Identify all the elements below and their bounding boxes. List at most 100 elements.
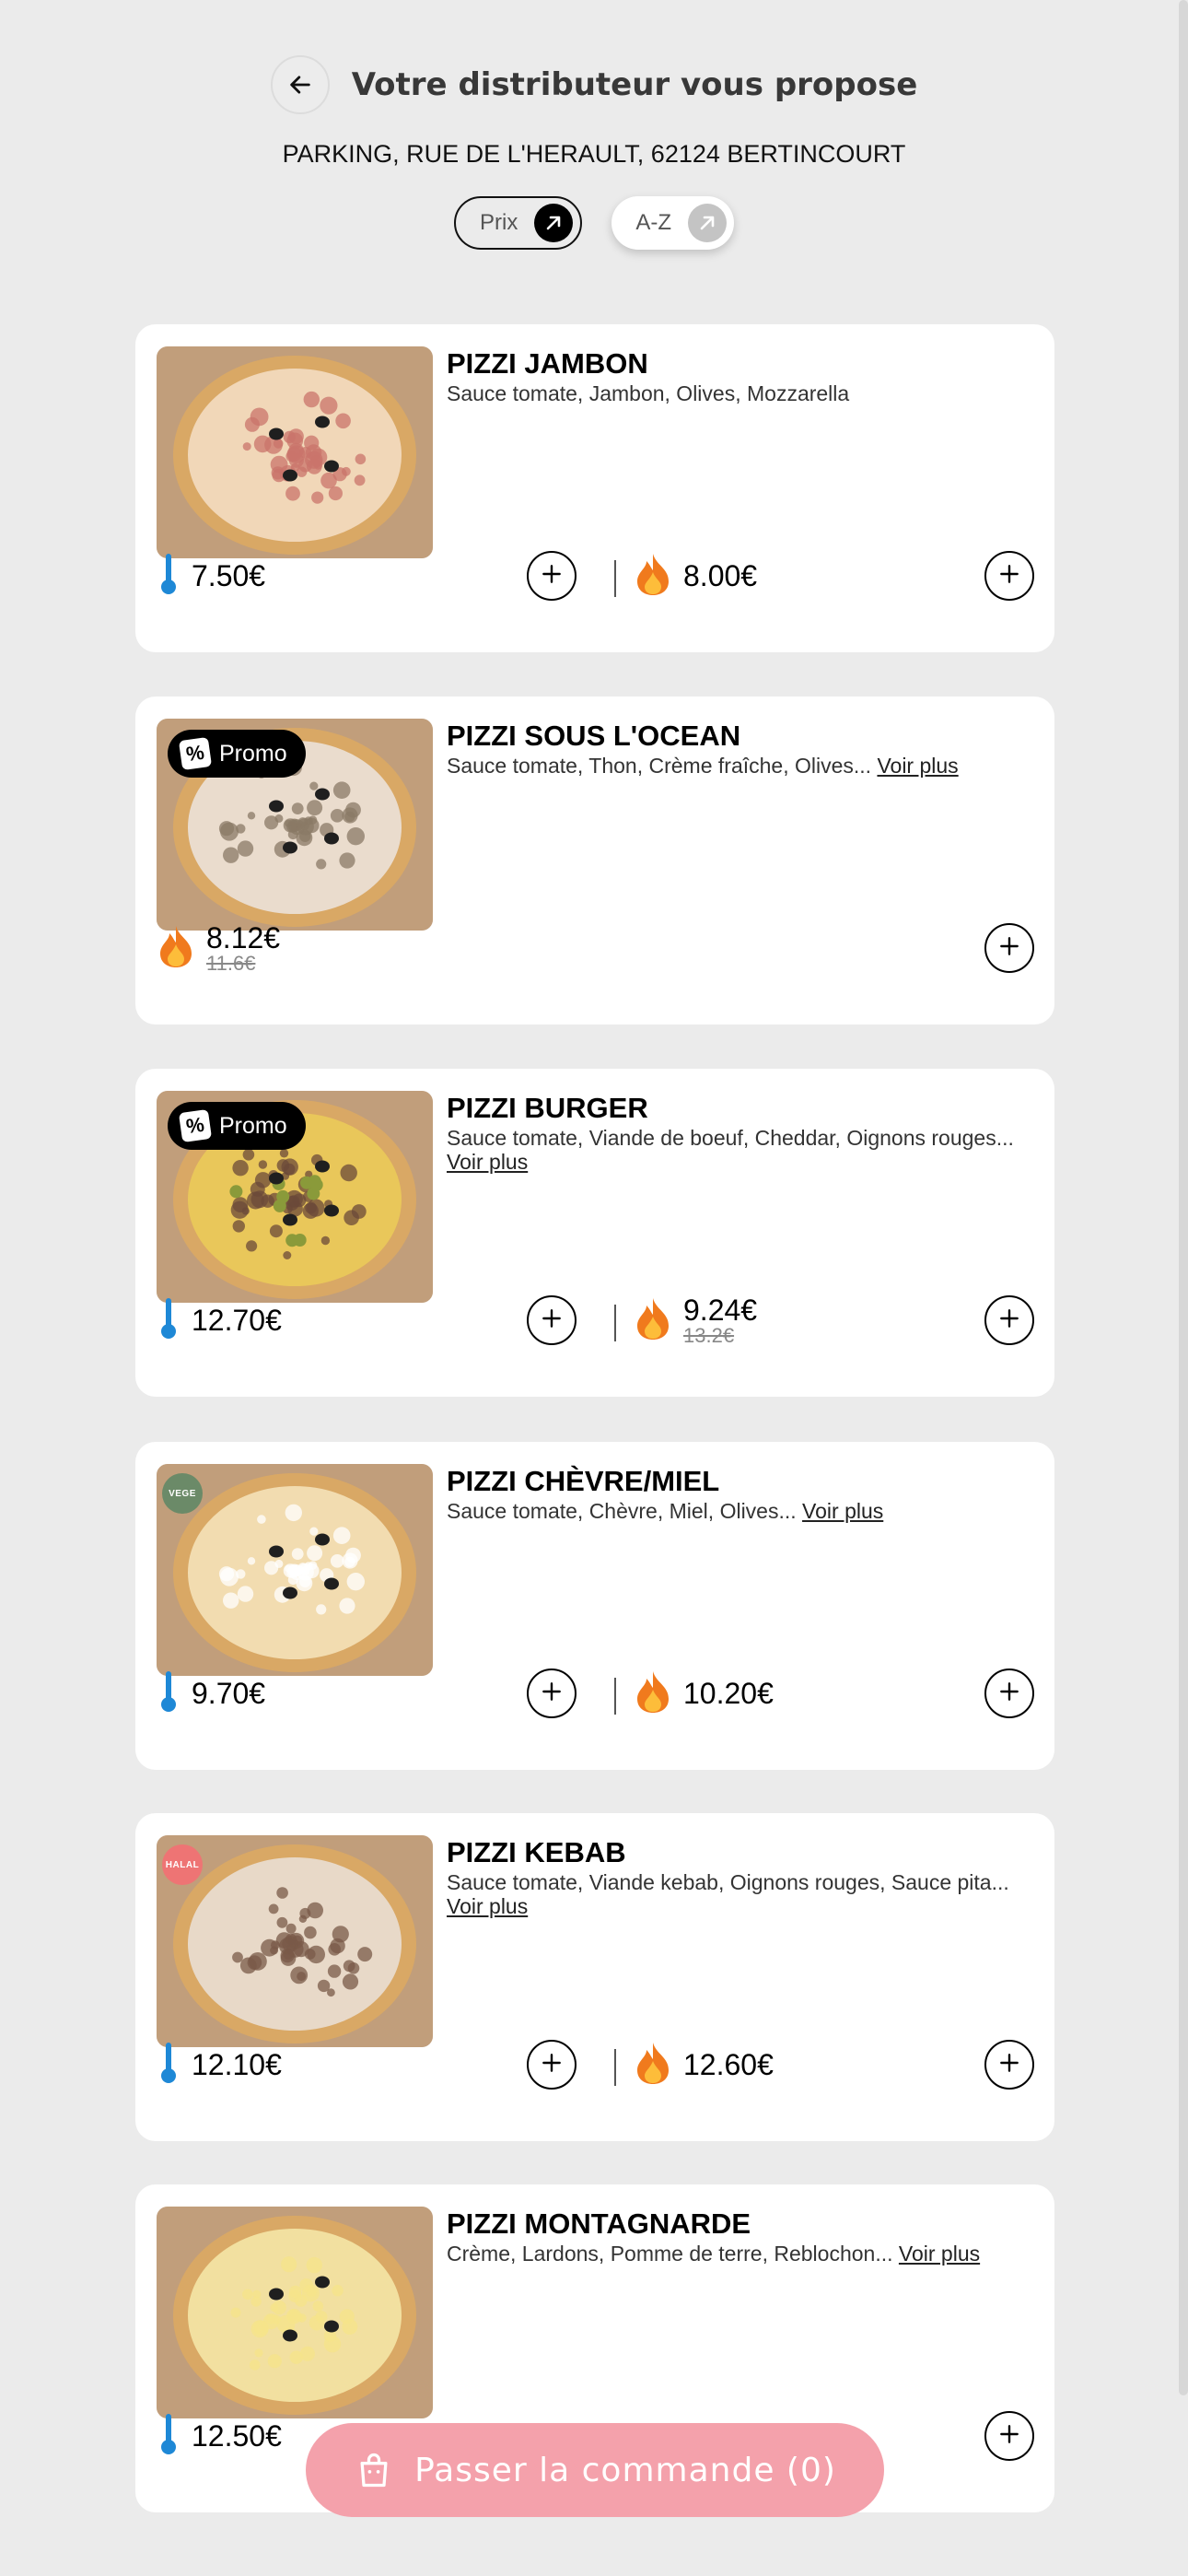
checkout-label: Passer la commande (0) <box>414 2451 836 2489</box>
add-cold-button[interactable] <box>527 2040 577 2090</box>
price-row: 12.10€ 12.60€ <box>157 2036 1034 2093</box>
product-image[interactable]: % Promo <box>157 1091 433 1303</box>
product-name: PIZZI JAMBON <box>447 347 648 380</box>
product-image[interactable]: VEGE <box>157 1464 433 1676</box>
sort-az-label: A-Z <box>635 210 671 235</box>
flame-icon <box>634 552 672 601</box>
vege-badge: VEGE <box>162 1473 203 1514</box>
percent-tag-icon: % <box>178 1108 213 1143</box>
add-hot-button[interactable] <box>984 1669 1034 1718</box>
product-card[interactable]: VEGE PIZZI CHÈVRE/MIEL Sauce tomate, Chè… <box>135 1442 1054 1770</box>
add-cold-button[interactable] <box>527 1669 577 1718</box>
flame-icon <box>157 924 195 973</box>
cold-price: 9.70€ <box>192 1677 266 1710</box>
arrow-left-icon <box>289 76 310 94</box>
product-info: PIZZI MONTAGNARDE Crème, Lardons, Pomme … <box>447 2207 1029 2266</box>
product-info: PIZZI SOUS L'OCEAN Sauce tomate, Thon, C… <box>447 719 1029 778</box>
see-more-link[interactable]: Voir plus <box>899 2242 980 2266</box>
thermometer-icon <box>157 552 181 601</box>
hot-price-block: 9.24€ 13.2€ <box>634 1292 757 1349</box>
promo-badge: % Promo <box>168 730 306 778</box>
page-header: Votre distributeur vous propose PARKING,… <box>0 55 1188 250</box>
arrow-up-right-icon <box>534 204 574 242</box>
product-card[interactable]: % Promo PIZZI SOUS L'OCEAN Sauce tomate,… <box>135 697 1054 1025</box>
hot-price: 9.24€ <box>683 1294 758 1327</box>
add-hot-button[interactable] <box>984 923 1034 973</box>
checkout-button[interactable]: Passer la commande (0) <box>306 2423 884 2517</box>
plus-icon <box>540 1680 564 1708</box>
cold-price-block: 12.50€ <box>157 2407 282 2465</box>
product-image[interactable]: HALAL <box>157 1835 433 2047</box>
hot-price: 8.00€ <box>683 559 758 592</box>
product-ingredients: Sauce tomate, Jambon, Olives, Mozzarella <box>447 381 850 405</box>
see-more-link[interactable]: Voir plus <box>802 1499 883 1523</box>
plus-icon <box>997 1680 1021 1708</box>
price-divider <box>614 2049 616 2086</box>
percent-tag-icon: % <box>178 736 213 771</box>
page-scrollbar[interactable] <box>1179 0 1188 2395</box>
bag-icon <box>360 2453 388 2488</box>
see-more-link[interactable]: Voir plus <box>447 1150 528 1174</box>
see-more-link[interactable]: Voir plus <box>877 754 958 778</box>
plus-icon <box>540 562 564 591</box>
halal-badge: HALAL <box>162 1844 203 1885</box>
add-hot-button[interactable] <box>984 1295 1034 1345</box>
price-row: 8.12€ 11.6€ <box>157 919 1034 977</box>
add-hot-button[interactable] <box>984 551 1034 601</box>
hot-price-block: 8.12€ 11.6€ <box>157 919 280 977</box>
product-image[interactable]: % Promo <box>157 719 433 931</box>
promo-label: Promo <box>219 740 287 767</box>
hot-old-price: 13.2€ <box>683 1324 735 1347</box>
product-info: PIZZI BURGER Sauce tomate, Viande de boe… <box>447 1091 1029 1174</box>
arrow-up-right-icon <box>688 204 727 242</box>
page-title: Votre distributeur vous propose <box>351 66 918 103</box>
see-more-link[interactable]: Voir plus <box>447 1894 528 1918</box>
plus-icon <box>540 1306 564 1335</box>
price-divider <box>614 1678 616 1715</box>
product-card[interactable]: % Promo PIZZI BURGER Sauce tomate, Viand… <box>135 1069 1054 1397</box>
cold-price: 12.50€ <box>192 2419 282 2453</box>
product-description: Sauce tomate, Viande de boeuf, Cheddar, … <box>447 1126 1029 1174</box>
add-cold-button[interactable] <box>984 2411 1034 2461</box>
promo-badge: % Promo <box>168 1102 306 1150</box>
back-button[interactable] <box>270 55 330 114</box>
product-description: Sauce tomate, Thon, Crème fraîche, Olive… <box>447 754 1029 778</box>
product-card[interactable]: HALAL PIZZI KEBAB Sauce tomate, Viande k… <box>135 1813 1054 2141</box>
cold-price-block: 12.70€ <box>157 1292 282 1349</box>
product-ingredients: Crème, Lardons, Pomme de terre, Reblocho… <box>447 2242 893 2266</box>
product-card[interactable]: PIZZI JAMBON Sauce tomate, Jambon, Olive… <box>135 324 1054 652</box>
sort-price-button[interactable]: Prix <box>453 196 583 250</box>
price-divider <box>614 1305 616 1341</box>
product-ingredients: Sauce tomate, Chèvre, Miel, Olives... <box>447 1499 797 1523</box>
product-name: PIZZI CHÈVRE/MIEL <box>447 1465 720 1497</box>
thermometer-icon <box>157 1669 181 1718</box>
thermometer-icon <box>157 2412 181 2461</box>
plus-icon <box>997 2422 1021 2451</box>
flame-icon <box>634 2041 672 2090</box>
add-hot-button[interactable] <box>984 2040 1034 2090</box>
hot-old-price: 11.6€ <box>206 952 256 975</box>
cold-price: 12.70€ <box>192 1304 282 1337</box>
cold-price: 12.10€ <box>192 2048 282 2081</box>
add-cold-button[interactable] <box>527 1295 577 1345</box>
thermometer-icon <box>157 1296 181 1345</box>
plus-icon <box>997 1306 1021 1335</box>
product-name: PIZZI KEBAB <box>447 1836 626 1868</box>
flame-icon <box>634 1296 672 1345</box>
hot-price: 12.60€ <box>683 2048 774 2081</box>
hot-price: 10.20€ <box>683 1677 774 1710</box>
product-image[interactable] <box>157 2207 433 2418</box>
sort-az-button[interactable]: A-Z <box>611 196 734 250</box>
plus-icon <box>997 2051 1021 2079</box>
product-ingredients: Sauce tomate, Viande de boeuf, Cheddar, … <box>447 1126 1014 1150</box>
price-divider <box>614 560 616 597</box>
hot-price-block: 10.20€ <box>634 1665 774 1722</box>
product-name: PIZZI BURGER <box>447 1092 648 1124</box>
thermometer-icon <box>157 2041 181 2090</box>
product-image[interactable] <box>157 346 433 558</box>
cold-price: 7.50€ <box>192 559 266 592</box>
cold-price-block: 7.50€ <box>157 547 265 604</box>
hot-price-block: 8.00€ <box>634 547 757 604</box>
product-name: PIZZI SOUS L'OCEAN <box>447 720 741 752</box>
add-cold-button[interactable] <box>527 551 577 601</box>
